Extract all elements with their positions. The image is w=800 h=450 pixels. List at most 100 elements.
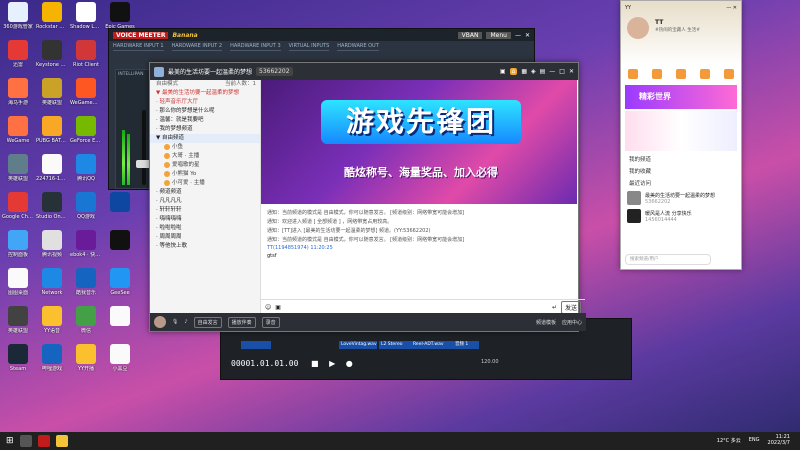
clock[interactable]: 11:21 2022/3/7	[768, 434, 790, 446]
track-clip[interactable]: Reel-ADT.wav	[411, 341, 453, 349]
windows-start-icon[interactable]: ⊞	[6, 436, 14, 446]
desktop-icon[interactable]: Steam	[2, 344, 34, 372]
vban-button[interactable]: VBAN	[457, 31, 483, 39]
emoji-icon[interactable]: ☺	[265, 304, 271, 311]
taskbar-app-icon[interactable]	[19, 435, 32, 447]
maximize-icon[interactable]: □	[559, 68, 565, 75]
sidebar-row[interactable]: · 温馨：就是我要吧	[150, 116, 260, 125]
sidebar-row[interactable]: · 凡凡凡凡	[150, 197, 260, 206]
speaker-icon[interactable]: ♪	[184, 319, 187, 325]
user-row[interactable]: 爱唱歌的星	[150, 161, 260, 170]
transport-controls[interactable]: ■ ▶ ●	[311, 359, 357, 368]
app-center-button[interactable]: 应用中心	[562, 319, 582, 326]
my-favorites-link[interactable]: 我的收藏	[621, 165, 741, 177]
user-row[interactable]: 大哥 · 主播	[150, 152, 260, 161]
hw-out[interactable]: HARDWARE OUT	[337, 43, 379, 51]
desktop-icon[interactable]: 迅雷	[2, 40, 34, 68]
desktop-icon[interactable]: 酷我音乐	[70, 268, 102, 296]
search-input[interactable]: 搜索频道/用户	[625, 254, 711, 265]
desktop-icon[interactable]: Epic Games	[104, 2, 136, 30]
sidebar-row[interactable]: ▼ 最美的生活坊要一起温柔的梦想	[150, 89, 260, 98]
desktop-icon[interactable]: 224716-16...	[36, 154, 68, 182]
user-row[interactable]: 小熊猫 Yo	[150, 170, 260, 179]
desktop-icon[interactable]: YY语音	[36, 306, 68, 334]
image-icon[interactable]: ▣	[275, 304, 281, 311]
tab-friends-icon[interactable]	[652, 69, 662, 79]
desktop-icon[interactable]: Shadow Launcher	[70, 2, 102, 30]
mode-label[interactable]: 自由模式	[156, 80, 178, 89]
desktop-icon[interactable]: ebok4 · 快捷方式	[70, 230, 102, 258]
chat-window[interactable]: 最美的生活坊要一起温柔的梦想 53662202 ▣ ⌂ ▦ ◈ ▤ — □ ✕ …	[149, 62, 586, 332]
home-icon[interactable]: ⌂	[509, 68, 518, 75]
desktop-icon[interactable]: 英雄联盟	[2, 154, 34, 182]
desktop-icon[interactable]: QQ游戏	[70, 192, 102, 220]
desktop-icon[interactable]: GeForce Experience	[70, 116, 102, 144]
taskbar-app-icon[interactable]	[55, 435, 68, 447]
desktop-icon[interactable]: 哔哩游戏	[36, 344, 68, 372]
desktop-icon[interactable]: YY开播	[70, 344, 102, 372]
mic-icon[interactable]: 🎙	[172, 319, 178, 325]
track-clip[interactable]: L2 Stereo	[379, 341, 411, 349]
window-controls[interactable]: — ✕	[726, 5, 737, 11]
send-button[interactable]: 发送	[560, 300, 581, 314]
grid-icon[interactable]: ▦	[521, 68, 527, 75]
hw-input-1[interactable]: HARDWARE INPUT 1	[113, 43, 164, 51]
tab-games-icon[interactable]	[700, 69, 710, 79]
taskbar-app-icon[interactable]	[37, 435, 50, 447]
promo-image[interactable]	[625, 111, 737, 151]
desktop-icon[interactable]: GeeSee	[104, 268, 136, 296]
virtual-inputs[interactable]: VIRTUAL INPUTS	[288, 43, 330, 51]
desktop-icon[interactable]: 小黑豆	[104, 344, 136, 372]
free-speech-button[interactable]: 自由发言	[193, 316, 222, 328]
sidebar-row[interactable]: · 轩轩轩轩	[150, 206, 260, 215]
record-button[interactable]: 录音	[261, 316, 280, 328]
desktop-icon[interactable]: Rockstar Games	[36, 2, 68, 30]
language-indicator[interactable]: ENG	[749, 437, 760, 443]
desktop-icon[interactable]	[104, 192, 136, 214]
desktop-icon[interactable]: 腾讯视频	[36, 230, 68, 258]
desktop-icon[interactable]: 英雄联盟	[2, 306, 34, 334]
channel-template-button[interactable]: 频道模板	[536, 319, 556, 326]
track-clip[interactable]: 音频 1	[453, 341, 479, 349]
desktop-icon[interactable]: Network	[36, 268, 68, 296]
user-row[interactable]: 小鱼	[150, 143, 260, 152]
sidebar-row[interactable]: · 嗨嗨嗨嗨	[150, 215, 260, 224]
desktop-icon[interactable]	[104, 230, 136, 252]
my-channels-link[interactable]: 我的频道	[621, 153, 741, 165]
close-icon[interactable]: ✕	[569, 68, 574, 75]
recent-channel[interactable]: 最美的生活坊要一起温柔的梦想 53662202	[621, 189, 741, 207]
sidebar-row[interactable]: · 那么你的梦想是什么呢	[150, 107, 260, 116]
sidebar-row[interactable]: · 轻声音乐厅大厅	[150, 98, 260, 107]
sidebar-row[interactable]: ▼ 自由频道	[150, 134, 260, 143]
desktop-icon[interactable]: 腾讯QQ	[70, 154, 102, 182]
promo-banner[interactable]: 游戏先锋团 酷炫称号、海量奖品、加入必得	[261, 80, 577, 204]
voicemeeter-titlebar[interactable]: VOICE MEETER Banana VBAN Menu — ✕	[109, 29, 534, 41]
close-icon[interactable]: ✕	[525, 32, 530, 39]
tab-channel-icon[interactable]	[628, 69, 638, 79]
track-clip[interactable]: LoveVintag.wav	[339, 341, 377, 349]
desktop-icon[interactable]: 360游戏管家	[2, 2, 34, 30]
tab-groups-icon[interactable]	[676, 69, 686, 79]
desktop-icon[interactable]: WeGame	[2, 116, 34, 144]
gamepad-icon[interactable]: ◈	[531, 68, 536, 75]
game-banner[interactable]: 精彩世界	[625, 85, 737, 109]
desktop-icon[interactable]	[104, 306, 136, 328]
chat-titlebar[interactable]: 最美的生活坊要一起温柔的梦想 53662202 ▣ ⌂ ▦ ◈ ▤ — □ ✕	[150, 63, 578, 80]
sidebar-row[interactable]: · 我的梦想频道	[150, 125, 260, 134]
play-accompaniment-button[interactable]: 播放伴奏	[227, 316, 256, 328]
recent-channel[interactable]: 暖风是人流 分享快乐 1456014444	[621, 207, 741, 225]
hw-input-3[interactable]: HARDWARE INPUT 3	[230, 43, 281, 51]
desktop-icon[interactable]: 海马手游	[2, 78, 34, 106]
sidebar-row[interactable]: · 啦啦啦啦	[150, 224, 260, 233]
sidebar-row[interactable]: · 频道频道	[150, 188, 260, 197]
sidebar-row[interactable]: · 周周周周	[150, 233, 260, 242]
desktop-icon[interactable]: Riot Client	[70, 40, 102, 68]
chat-input-bar[interactable]: ☺ ▣ ↵ 发送	[261, 299, 585, 314]
chat-icon[interactable]: ▤	[540, 68, 546, 75]
gain-fader[interactable]	[142, 110, 146, 185]
desktop-icon[interactable]: PUBG BATTLEGR	[36, 116, 68, 144]
recent-visits-link[interactable]: 最近访问	[621, 177, 741, 189]
menu-button[interactable]: Menu	[486, 31, 511, 39]
desktop-icon[interactable]: Keystone Gaming	[36, 40, 68, 68]
send-icon[interactable]: ↵	[552, 304, 557, 311]
